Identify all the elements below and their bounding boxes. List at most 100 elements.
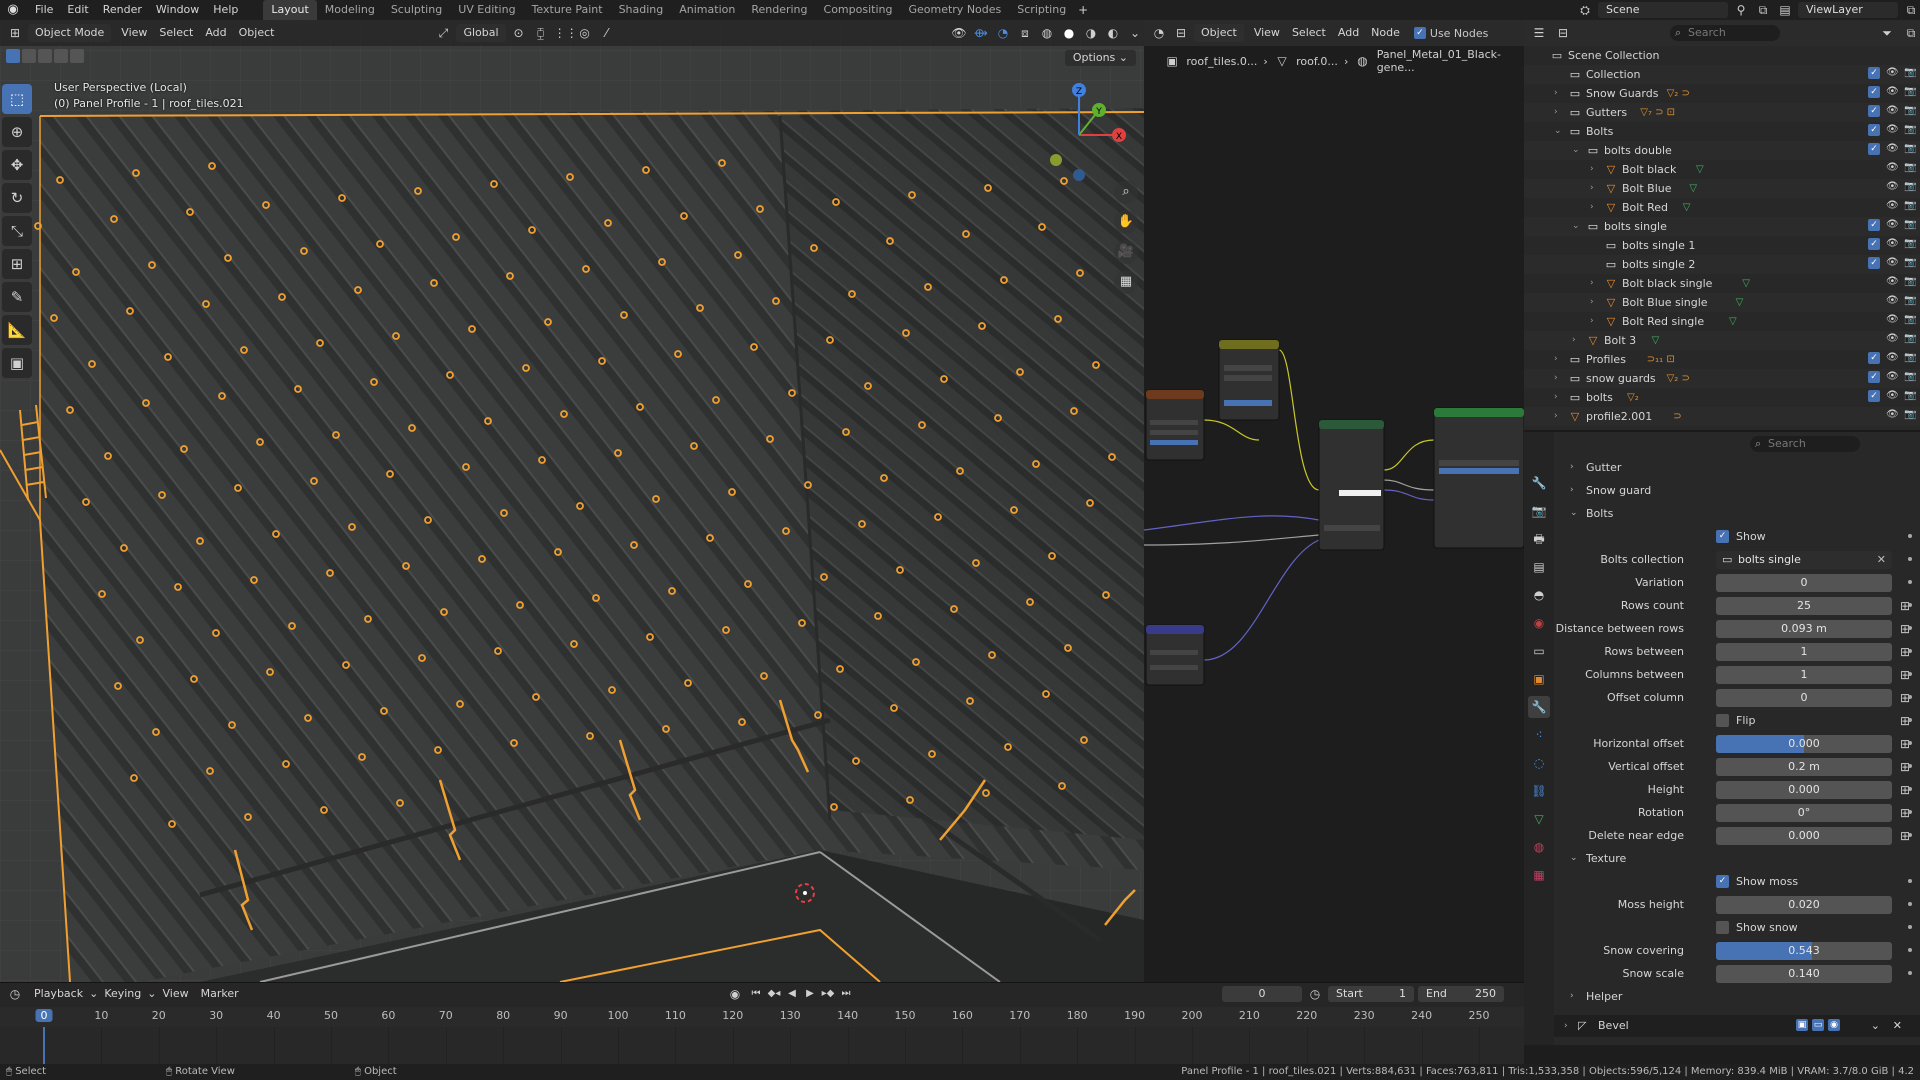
rotation-field[interactable]: 0°	[1716, 804, 1892, 822]
exclude-checkbox[interactable]: ✓	[1868, 105, 1880, 117]
clear-collection-icon[interactable]: ✕	[1877, 551, 1886, 569]
texture-tab-icon[interactable]: ▦	[1528, 864, 1550, 886]
play-icon[interactable]: ▶	[802, 986, 818, 1002]
exclude-checkbox[interactable]: ✓	[1868, 143, 1880, 155]
visibility-eye-icon[interactable]: 👁	[1886, 371, 1899, 383]
current-frame-field[interactable]: 0	[1222, 986, 1302, 1002]
render-toggle-icon[interactable]: ◉	[1828, 1019, 1840, 1031]
render-camera-icon[interactable]: 📷	[1904, 181, 1916, 193]
world-tab-icon[interactable]: ◉	[1528, 612, 1550, 634]
outliner-item-label[interactable]: bolts single 2	[1622, 255, 1695, 274]
transform-tool-icon[interactable]: ⊞	[2, 249, 32, 279]
options-dropdown[interactable]: Options ⌄	[1064, 50, 1136, 66]
display-mode-icon[interactable]: ⊟	[1554, 24, 1572, 42]
expand-chevron-icon[interactable]: ›	[1554, 388, 1558, 407]
outliner-item-bolts[interactable]: › ▭ bolts ▽₂ ✓ 👁 📷	[1524, 388, 1920, 407]
mode-selector[interactable]: Object Mode	[28, 24, 112, 42]
visibility-eye-icon[interactable]: 👁	[1886, 86, 1899, 98]
material-tab-icon[interactable]: ◍	[1528, 836, 1550, 858]
timeline-ruler[interactable]: 0 10 20 30 40 50 60 70 80 90 100 110 120 130 140 150 160…	[0, 1007, 1524, 1027]
render-camera-icon[interactable]: 📷	[1904, 352, 1916, 364]
editor-type-icon[interactable]: ◷	[6, 985, 24, 1003]
visibility-eye-icon[interactable]: 👁	[1886, 314, 1899, 326]
menu-edit[interactable]: Edit	[60, 0, 95, 20]
navigation-gizmo[interactable]: X Y Z	[1024, 80, 1134, 190]
variation-field[interactable]: 0	[1716, 574, 1892, 592]
tab-sculpting[interactable]: Sculpting	[383, 0, 450, 20]
shader-type-dropdown[interactable]: Object	[1194, 24, 1244, 42]
outliner-item-label[interactable]: bolts single	[1604, 217, 1667, 236]
render-camera-icon[interactable]: 📷	[1904, 200, 1916, 212]
render-camera-icon[interactable]: 📷	[1904, 295, 1916, 307]
render-camera-icon[interactable]: 📷	[1904, 314, 1916, 326]
menu-help[interactable]: Help	[206, 0, 245, 20]
menu-window[interactable]: Window	[149, 0, 206, 20]
show-snow-checkbox[interactable]	[1716, 921, 1729, 934]
visibility-eye-icon[interactable]: 👁	[1886, 67, 1899, 79]
snow-covering-slider[interactable]: 0.543	[1716, 942, 1892, 960]
rotate-tool-icon[interactable]: ↻	[2, 183, 32, 213]
visibility-eye-icon[interactable]: 👁	[1886, 276, 1899, 288]
decorator-dot[interactable]	[1908, 672, 1912, 676]
data-tab-icon[interactable]: ▽	[1528, 808, 1550, 830]
breadcrumb-material[interactable]: Panel_Metal_01_Black-gene...	[1377, 48, 1524, 74]
render-camera-icon[interactable]: 📷	[1904, 371, 1916, 383]
scene-tab-icon[interactable]: ◓	[1528, 584, 1550, 606]
select-intersect-icon[interactable]	[70, 49, 84, 63]
editor-type-icon[interactable]: ◔	[1150, 24, 1168, 42]
outliner-item-bolt-red[interactable]: › ▽ Bolt Red ▽ 👁 📷	[1524, 198, 1920, 217]
view-layer-tab-icon[interactable]: ▤	[1528, 556, 1550, 578]
visibility-eye-icon[interactable]: 👁	[1886, 181, 1899, 193]
expand-chevron-icon[interactable]: ›	[1590, 274, 1594, 293]
xray-icon[interactable]: ⧈	[1016, 24, 1034, 42]
section-gutter[interactable]: › Gutter	[1554, 456, 1920, 479]
transform-orientation-dropdown[interactable]: Global	[456, 24, 506, 42]
jump-end-icon[interactable]: ⏭	[838, 986, 854, 1002]
section-snow-guard[interactable]: › Snow guard	[1554, 479, 1920, 502]
cursor-tool-icon[interactable]: ⊕	[2, 117, 32, 147]
constraints-tab-icon[interactable]: ⛓	[1528, 780, 1550, 802]
shader-type-icon[interactable]: ⊟	[1172, 24, 1190, 42]
node-menu-add[interactable]: Add	[1332, 24, 1365, 42]
decorator-dot[interactable]	[1908, 741, 1912, 745]
zoom-icon[interactable]: ⌕	[1114, 180, 1138, 204]
exclude-checkbox[interactable]: ✓	[1868, 352, 1880, 364]
normal-map-node[interactable]	[1145, 624, 1205, 686]
outliner-item-label[interactable]: Bolt Blue	[1622, 179, 1671, 198]
snap-grid-icon[interactable]: ⋮⋮	[554, 24, 578, 42]
select-invert-icon[interactable]	[54, 49, 68, 63]
outliner-item-label[interactable]: Profiles	[1586, 350, 1626, 369]
select-box-tool-icon[interactable]: ⬚	[2, 84, 32, 114]
node-menu-view[interactable]: View	[1248, 24, 1286, 42]
wireframe-shading-icon[interactable]: ◍	[1038, 24, 1056, 42]
outliner-item-bolt-black-single[interactable]: › ▽ Bolt black single ▽ 👁 📷	[1524, 274, 1920, 293]
vertical-offset-field[interactable]: 0.2 m	[1716, 758, 1892, 776]
exclude-checkbox[interactable]: ✓	[1868, 238, 1880, 250]
outliner-search-input[interactable]: Search	[1670, 25, 1780, 41]
rows-between-field[interactable]: 1	[1716, 643, 1892, 661]
editor-type-icon[interactable]: ⊞	[6, 24, 24, 42]
visibility-eye-icon[interactable]: 👁	[1886, 333, 1899, 345]
outliner-item-bolt-blue-single[interactable]: › ▽ Bolt Blue single ▽ 👁 📷	[1524, 293, 1920, 312]
render-camera-icon[interactable]: 📷	[1904, 124, 1916, 136]
visibility-eye-icon[interactable]: 👁	[1886, 124, 1899, 136]
visibility-eye-icon[interactable]: 👁	[1886, 105, 1899, 117]
render-camera-icon[interactable]: 📷	[1904, 238, 1916, 250]
timeline-menu-keying[interactable]: Keying	[98, 985, 147, 1003]
exclude-checkbox[interactable]: ✓	[1868, 257, 1880, 269]
exclude-checkbox[interactable]: ✓	[1868, 371, 1880, 383]
render-camera-icon[interactable]: 📷	[1904, 276, 1916, 288]
prev-keyframe-icon[interactable]: ◆◂	[766, 986, 782, 1002]
render-camera-icon[interactable]: 📷	[1904, 390, 1916, 402]
snow-scale-field[interactable]: 0.140	[1716, 965, 1892, 983]
render-camera-icon[interactable]: 📷	[1904, 162, 1916, 174]
measure-tool-icon[interactable]: 📐	[2, 315, 32, 345]
collapse-chevron-icon[interactable]: ⌄	[1554, 122, 1562, 141]
viewport-menu-add[interactable]: Add	[199, 24, 232, 42]
tab-compositing[interactable]: Compositing	[816, 0, 901, 20]
tab-scripting[interactable]: Scripting	[1009, 0, 1074, 20]
decorator-dot[interactable]	[1908, 580, 1912, 584]
decorator-dot[interactable]	[1908, 764, 1912, 768]
select-new-icon[interactable]	[6, 49, 20, 63]
visibility-eye-icon[interactable]: 👁	[1886, 219, 1899, 231]
